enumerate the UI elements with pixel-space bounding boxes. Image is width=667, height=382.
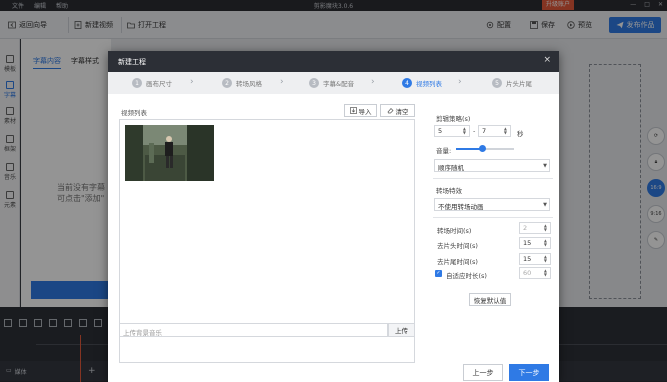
dialog-title: 新建工程 — [118, 58, 146, 66]
dialog-header: 新建工程 × — [108, 51, 559, 72]
reset-defaults-button[interactable]: 恢复默认值 — [469, 293, 511, 306]
chevron-right-icon: › — [371, 77, 375, 87]
volume-slider[interactable] — [456, 145, 514, 152]
transition-value: 不使用转场动画 — [438, 203, 484, 211]
stepper-arrows-icon[interactable]: ▲ ▼ — [544, 224, 547, 232]
volume-label: 音量: — [436, 147, 452, 155]
clip-unit: 秒 — [517, 130, 524, 138]
trim-head-stepper[interactable]: 15 ▲ ▼ — [519, 237, 551, 249]
prev-step-button[interactable]: 上一步 — [463, 364, 503, 381]
close-icon[interactable]: × — [543, 55, 551, 65]
upload-music-button[interactable]: 上传 — [388, 323, 415, 337]
clip-min-value: 5 — [438, 127, 443, 135]
chevron-down-icon: ▼ — [543, 202, 547, 208]
stepper-arrows-icon[interactable]: ▲ ▼ — [544, 255, 547, 263]
order-value: 顺序随机 — [438, 164, 464, 172]
video-frame-image — [125, 125, 214, 181]
auto-duration-stepper[interactable]: 60 ▲ ▼ — [519, 267, 551, 279]
step-label: 画布尺寸 — [146, 80, 172, 88]
video-list-label: 视频列表 — [121, 109, 147, 117]
chevron-down-icon: ▼ — [543, 163, 547, 169]
stepper-arrows-icon[interactable]: ▲ ▼ — [544, 239, 547, 247]
clip-range-sep: - — [473, 127, 476, 135]
stepper-arrows-icon[interactable]: ▲ ▼ — [463, 127, 466, 135]
clear-label: 清空 — [395, 107, 409, 116]
trim-tail-stepper[interactable]: 15 ▲ ▼ — [519, 253, 551, 265]
transition-time-stepper[interactable]: 2 ▲ ▼ — [519, 222, 551, 234]
step-intro-outro[interactable]: 5 片头片尾 — [492, 78, 532, 88]
video-thumbnail[interactable] — [125, 125, 214, 181]
step-number: 3 — [309, 78, 319, 88]
transition-select[interactable]: 不使用转场动画 ▼ — [434, 198, 550, 211]
clip-max-value: 7 — [482, 127, 487, 135]
clip-strategy-label: 剪辑策略(s) — [436, 115, 471, 123]
clear-button[interactable]: 清空 — [380, 104, 415, 117]
volume-knob[interactable] — [478, 145, 486, 152]
import-label: 导入 — [358, 107, 372, 116]
step-number: 1 — [132, 78, 142, 88]
trim-tail-value: 15 — [523, 255, 532, 263]
step-label: 转场风格 — [236, 80, 262, 88]
import-icon — [349, 107, 357, 114]
step-video-list[interactable]: 4 视频列表 — [402, 78, 442, 88]
clip-min-stepper[interactable]: 5 ▲ ▼ — [434, 125, 470, 137]
step-label: 片头片尾 — [506, 80, 532, 88]
section-divider — [433, 178, 553, 179]
new-project-dialog: 新建工程 × 1 画布尺寸 › 2 转场风格 › 3 字幕&配音 › 4 视频列表 › … — [108, 51, 559, 382]
trim-tail-label: 去片尾时间(s) — [437, 258, 478, 266]
stepper-arrows-icon[interactable]: ▲ ▼ — [544, 269, 547, 277]
stepper-arrows-icon[interactable]: ▲ ▼ — [504, 127, 507, 135]
wizard-steps: 1 画布尺寸 › 2 转场风格 › 3 字幕&配音 › 4 视频列表 › 5 片头片尾 — [108, 72, 559, 94]
auto-duration-value: 60 — [523, 269, 532, 277]
clip-max-stepper[interactable]: 7 ▲ ▼ — [478, 125, 511, 137]
trim-head-value: 15 — [523, 239, 532, 247]
import-button[interactable]: 导入 — [344, 104, 377, 117]
auto-duration-checkbox[interactable]: ✓ — [435, 270, 442, 277]
step-label: 视频列表 — [416, 80, 442, 88]
eraser-icon — [387, 107, 393, 114]
transition-label: 转场特效 — [436, 187, 462, 195]
transition-time-label: 转场时间(s) — [437, 227, 472, 235]
chevron-right-icon: › — [190, 77, 194, 87]
step-transition-style[interactable]: 2 转场风格 — [222, 78, 262, 88]
bg-music-input[interactable]: 上传背景音乐 — [119, 323, 388, 337]
step-number: 5 — [492, 78, 502, 88]
auto-duration-label: 自适应时长(s) — [446, 272, 487, 280]
step-subtitle-dubbing[interactable]: 3 字幕&配音 — [309, 78, 354, 88]
section-divider — [433, 217, 553, 218]
step-number: 4 — [402, 78, 412, 88]
transition-time-value: 2 — [523, 224, 528, 232]
chevron-right-icon: › — [280, 77, 284, 87]
trim-head-label: 去片头时间(s) — [437, 242, 478, 250]
chevron-right-icon: › — [458, 77, 462, 87]
step-label: 字幕&配音 — [323, 80, 355, 88]
next-step-button[interactable]: 下一步 — [509, 364, 549, 381]
order-select[interactable]: 顺序随机 ▼ — [434, 159, 550, 172]
step-canvas-size[interactable]: 1 画布尺寸 — [132, 78, 172, 88]
step-number: 2 — [222, 78, 232, 88]
